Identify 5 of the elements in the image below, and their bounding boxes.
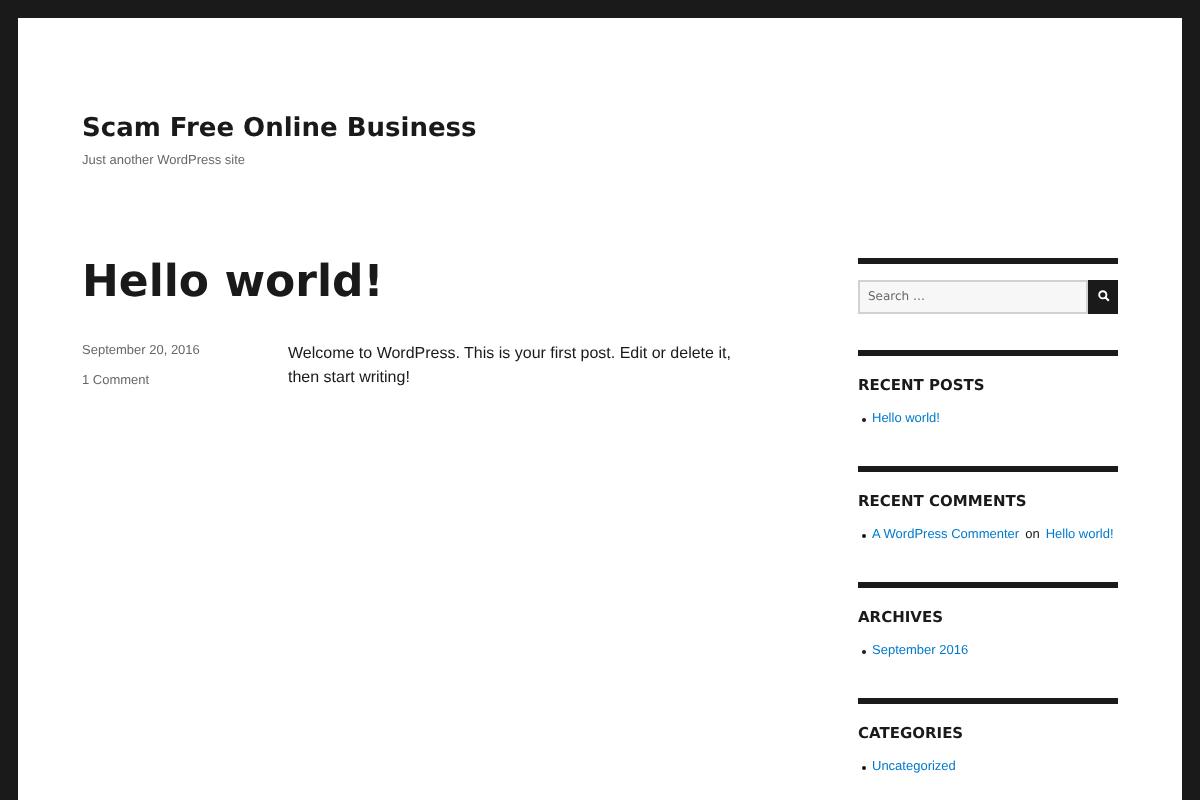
site-title[interactable]: Scam Free Online Business <box>82 114 477 146</box>
search-icon <box>1097 290 1109 303</box>
post-title[interactable]: Hello world! <box>82 257 384 310</box>
post-content: Welcome to WordPress. This is your first post. Edit or delete it, then start writing! <box>288 341 733 390</box>
search-button[interactable] <box>1088 279 1118 314</box>
